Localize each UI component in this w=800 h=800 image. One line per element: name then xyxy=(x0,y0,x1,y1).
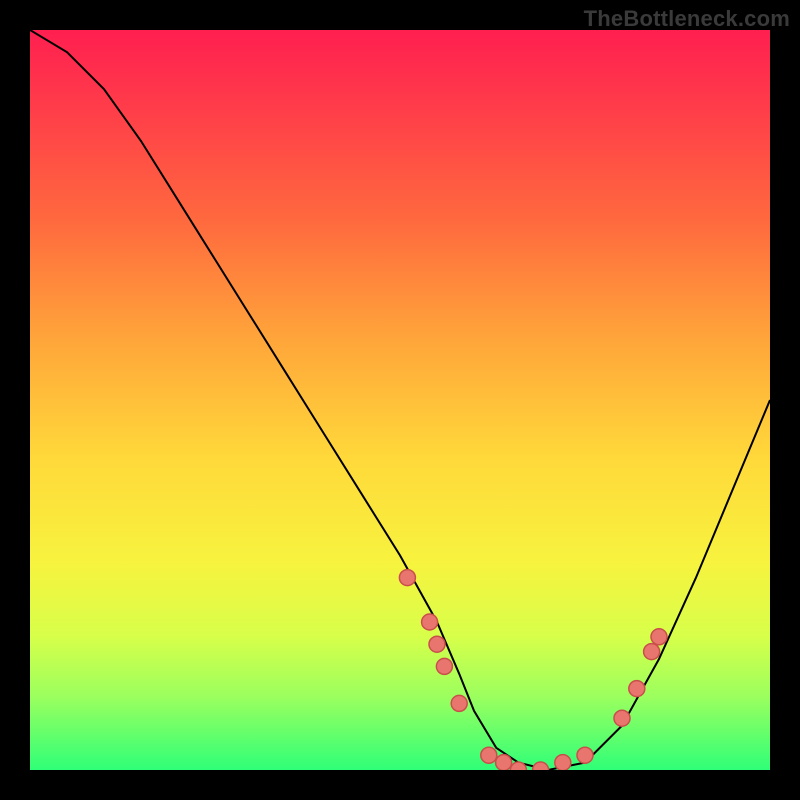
bottleneck-curve xyxy=(30,30,770,770)
data-point xyxy=(651,629,667,645)
data-point xyxy=(399,570,415,586)
data-point xyxy=(533,762,549,770)
data-point xyxy=(555,755,571,770)
watermark-text: TheBottleneck.com xyxy=(584,6,790,32)
markers-group xyxy=(399,570,667,770)
data-point xyxy=(481,747,497,763)
plot-area xyxy=(30,30,770,770)
data-point xyxy=(429,636,445,652)
chart-svg xyxy=(30,30,770,770)
data-point xyxy=(629,681,645,697)
data-point xyxy=(614,710,630,726)
data-point xyxy=(451,695,467,711)
chart-frame: TheBottleneck.com xyxy=(0,0,800,800)
data-point xyxy=(644,644,660,660)
data-point xyxy=(577,747,593,763)
data-point xyxy=(422,614,438,630)
data-point xyxy=(496,755,512,770)
data-point xyxy=(436,658,452,674)
